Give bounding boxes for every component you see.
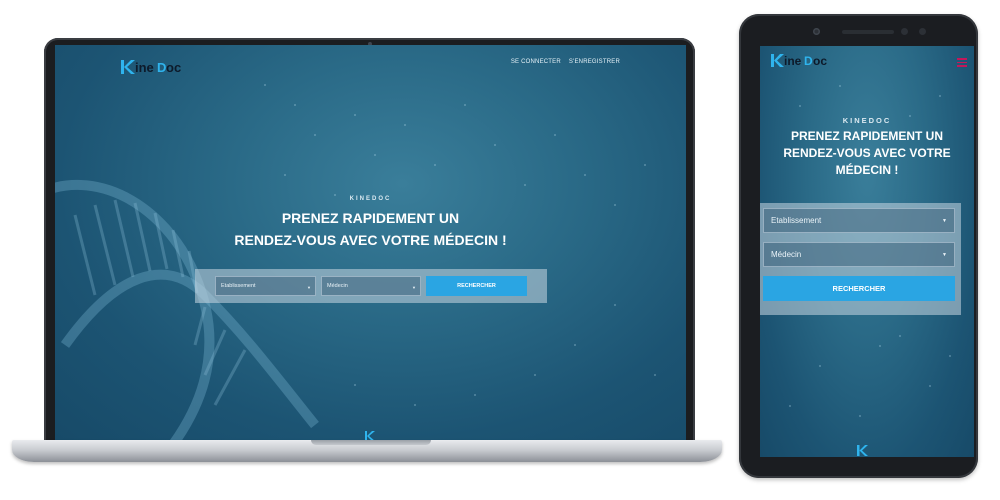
- svg-text:D: D: [804, 54, 813, 68]
- establishment-select-label: Etablissement: [221, 283, 256, 289]
- kinedoc-logo-icon: ine D oc: [771, 54, 827, 68]
- nav-register-link[interactable]: S'ENREGISTRER: [569, 59, 620, 65]
- doctor-select-label: Médecin: [771, 250, 802, 259]
- establishment-select-label: Etablissement: [771, 216, 822, 225]
- phone-speaker: [842, 30, 894, 34]
- svg-text:ine: ine: [135, 60, 154, 75]
- laptop-notch: [311, 440, 431, 445]
- hero-title-line3: MÉDECIN !: [835, 163, 899, 177]
- doctor-select-label: Médecin: [327, 283, 348, 289]
- svg-text:oc: oc: [813, 54, 827, 68]
- hero-title: PRENEZ RAPIDEMENT UN RENDEZ-VOUS AVEC VO…: [55, 207, 686, 251]
- hero-title-line1: PRENEZ RAPIDEMENT UN: [281, 210, 460, 226]
- caret-down-icon: ▼: [412, 285, 416, 290]
- kinedoc-logo-icon: ine D oc: [121, 60, 181, 75]
- establishment-select[interactable]: Etablissement ▼: [215, 276, 316, 296]
- hero-eyebrow: KINEDOC: [349, 196, 392, 202]
- phone-sensor: [901, 28, 908, 35]
- hero-title-line2: RENDEZ-VOUS AVEC VOTRE MÉDECIN !: [234, 232, 507, 248]
- nav-login-link[interactable]: SE CONNECTER: [511, 59, 561, 65]
- establishment-select[interactable]: Etablissement ▼: [763, 208, 955, 233]
- caret-down-icon: ▼: [307, 285, 311, 290]
- caret-down-icon: ▼: [942, 252, 947, 258]
- doctor-select[interactable]: Médecin ▼: [763, 242, 955, 267]
- search-button[interactable]: RECHERCHER: [763, 276, 955, 301]
- svg-text:ine: ine: [784, 54, 802, 68]
- hero-title-line1: PRENEZ RAPIDEMENT UN: [790, 129, 943, 143]
- brand-logo[interactable]: ine D oc: [769, 52, 829, 74]
- search-panel: Etablissement ▼ Médecin ▼ RECHERCHER: [760, 203, 961, 315]
- phone-sensor: [919, 28, 926, 35]
- hero-title-line2: RENDEZ-VOUS AVEC VOTRE: [783, 146, 951, 160]
- brand-logo[interactable]: ine D oc: [119, 58, 183, 81]
- phone-front-camera: [813, 28, 820, 35]
- search-panel: Etablissement ▼ Médecin ▼ RECHERCHER: [195, 269, 547, 303]
- laptop-screen: ine D oc SE CONNECTER S'ENREGISTRER KINE…: [55, 45, 686, 441]
- hero-eyebrow: KINEDOC: [842, 116, 892, 125]
- top-nav: SE CONNECTER S'ENREGISTRER: [511, 59, 620, 65]
- svg-text:oc: oc: [166, 60, 181, 75]
- footer-mark: [855, 444, 871, 457]
- kinedoc-mark-icon: [857, 445, 868, 456]
- caret-down-icon: ▼: [942, 218, 947, 224]
- search-button[interactable]: RECHERCHER: [426, 276, 527, 296]
- svg-text:D: D: [157, 60, 166, 75]
- phone-screen: ine D oc KINEDOC PRENEZ RAPIDEMENT UN RE…: [760, 46, 974, 457]
- doctor-select[interactable]: Médecin ▼: [321, 276, 421, 296]
- hero-title: PRENEZ RAPIDEMENT UN RENDEZ-VOUS AVEC VO…: [760, 128, 974, 179]
- hamburger-menu-icon[interactable]: [957, 58, 967, 69]
